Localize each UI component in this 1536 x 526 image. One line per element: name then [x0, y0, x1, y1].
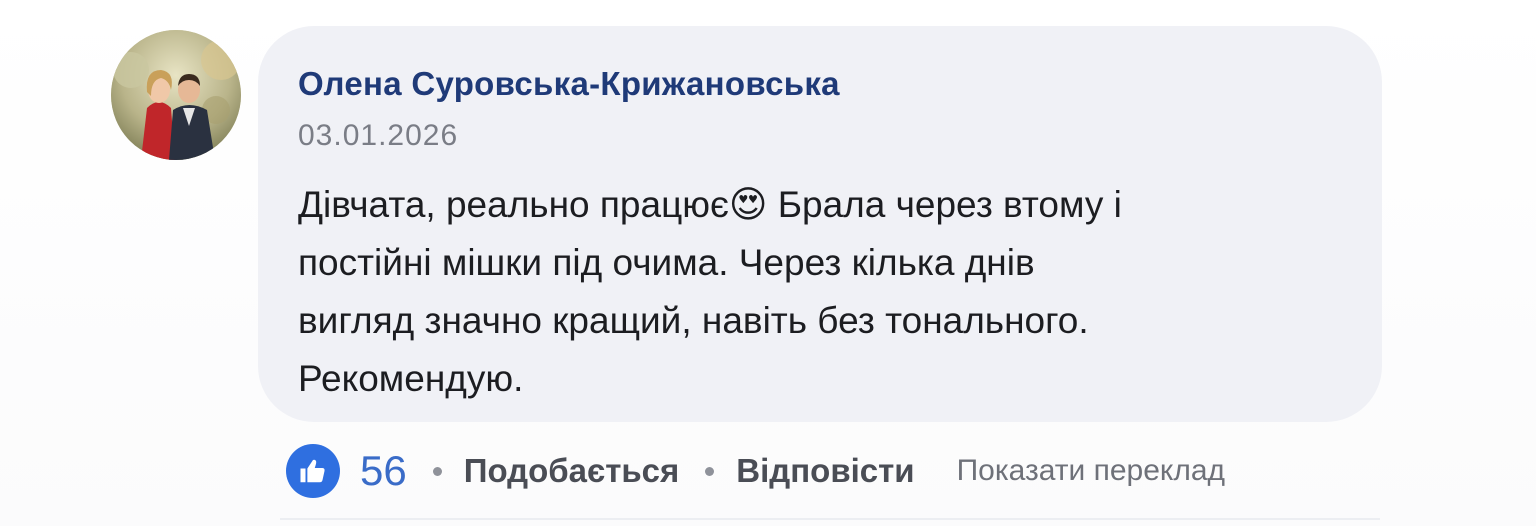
comment-text-line: Дівчата, реально працює😍 Брала через вто… [298, 184, 1122, 225]
avatar-photo [111, 30, 241, 160]
show-translation-link[interactable]: Показати переклад [957, 444, 1225, 498]
comment-bubble: Олена Суровська-Крижановська 03.01.2026 … [258, 26, 1382, 422]
comment-text-line: Рекомендую. [298, 358, 524, 399]
comment-text-line: постійні мішки під очима. Через кілька д… [298, 242, 1035, 283]
author-name[interactable]: Олена Суровська-Крижановська [298, 64, 1342, 104]
separator-dot [705, 466, 715, 476]
thumbs-up-icon[interactable] [286, 444, 340, 498]
like-count[interactable]: 56 [360, 444, 407, 498]
like-button[interactable]: Подобається [464, 444, 680, 498]
reply-button[interactable]: Відповісти [736, 444, 914, 498]
separator-dot [432, 466, 442, 476]
comment-date[interactable]: 03.01.2026 [298, 118, 1342, 154]
comment-card: Олена Суровська-Крижановська 03.01.2026 … [0, 0, 1536, 526]
comment-text-line: вигляд значно кращий, навіть без тональн… [298, 300, 1089, 341]
divider [280, 518, 1380, 520]
thumbs-up-glyph [300, 459, 325, 483]
avatar[interactable] [111, 30, 241, 160]
comment-text: Дівчата, реально працює😍 Брала через вто… [298, 176, 1298, 408]
comment-actions: 56 Подобається Відповісти Показати перек… [286, 444, 1225, 498]
